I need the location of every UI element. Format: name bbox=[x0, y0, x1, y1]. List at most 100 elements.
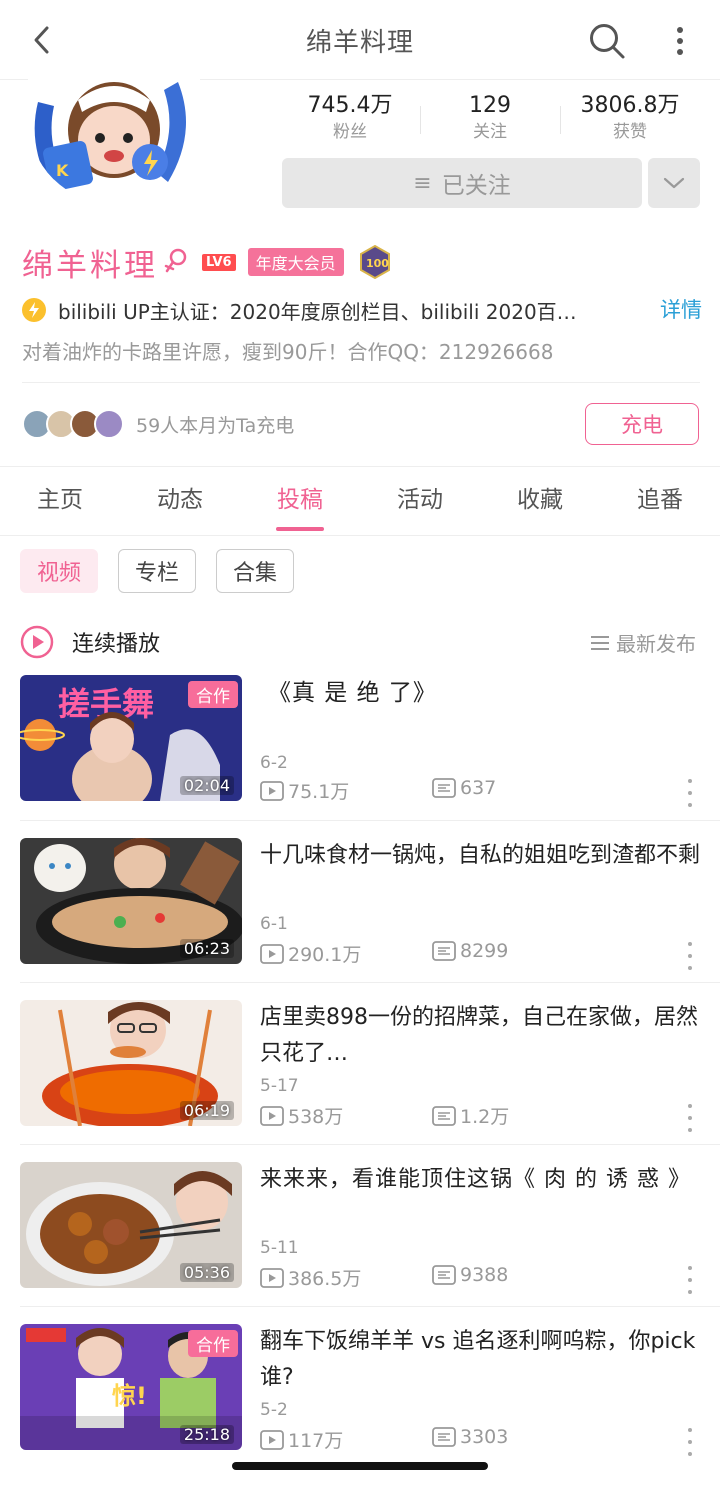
sort-button[interactable]: 最新发布 bbox=[590, 628, 696, 657]
divider bbox=[20, 1144, 720, 1145]
video-more-button[interactable] bbox=[682, 1428, 698, 1456]
danmaku-count: 637 bbox=[432, 777, 496, 799]
play-count-icon bbox=[260, 780, 284, 801]
verification-row: bilibili UP主认证：2020年度原创栏目、bilibili 2020百… bbox=[22, 292, 702, 328]
avatar[interactable]: K bbox=[28, 72, 200, 204]
charge-button[interactable]: 充电 bbox=[585, 403, 699, 445]
details-link[interactable]: 详情 bbox=[660, 294, 702, 324]
video-thumbnail[interactable]: 06:23 bbox=[20, 838, 242, 964]
video-more-button[interactable] bbox=[682, 1104, 698, 1132]
home-indicator[interactable] bbox=[232, 1462, 488, 1470]
video-date: 6-1 bbox=[260, 914, 288, 934]
video-item[interactable]: 05:36 来来来，看谁能顶住这锅《 肉 的 诱 惑 》 5-11 386.5万… bbox=[20, 1162, 700, 1294]
collab-tag: 合作 bbox=[188, 1330, 238, 1357]
danmaku-icon bbox=[432, 1427, 456, 1447]
stat-label: 关注 bbox=[473, 122, 507, 142]
stat-value: 129 bbox=[469, 93, 511, 118]
stat-label: 粉丝 bbox=[333, 122, 367, 142]
view-count: 117万 bbox=[260, 1426, 343, 1453]
verified-lightning-icon bbox=[22, 298, 46, 322]
video-thumbnail[interactable]: 搓手舞 合作 02:04 bbox=[20, 675, 242, 801]
stat-fans[interactable]: 745.4万 粉丝 bbox=[280, 92, 420, 148]
play-all-row: 连续播放 最新发布 bbox=[20, 620, 700, 664]
svg-text:100: 100 bbox=[366, 257, 389, 270]
view-count-text: 75.1万 bbox=[288, 781, 350, 803]
tab-home[interactable]: 主页 bbox=[0, 470, 120, 535]
more-vertical-icon bbox=[677, 27, 683, 55]
play-count-icon bbox=[260, 943, 284, 964]
danmaku-count: 1.2万 bbox=[432, 1102, 509, 1129]
danmaku-icon bbox=[432, 1105, 456, 1126]
avatar-illustration-icon: K bbox=[28, 72, 200, 204]
subtab-video[interactable]: 视频 bbox=[20, 549, 99, 593]
divider bbox=[22, 382, 700, 383]
video-date: 5-17 bbox=[260, 1076, 299, 1096]
play-count-icon bbox=[260, 1105, 284, 1126]
video-title[interactable]: 十几味食材一锅炖，自私的姐姐吃到渣都不剩 bbox=[260, 838, 700, 874]
video-item[interactable]: 搓手舞 合作 02:04 《真 是 绝 了》 6-2 75.1万 637 bbox=[20, 675, 700, 807]
play-count-icon bbox=[260, 1429, 284, 1450]
more-options-button[interactable] bbox=[662, 20, 698, 62]
play-all-label[interactable]: 连续播放 bbox=[72, 626, 160, 658]
followed-button[interactable]: ≡ 已关注 bbox=[282, 158, 642, 208]
play-circle-icon[interactable] bbox=[20, 625, 54, 659]
video-item[interactable]: 06:23 十几味食材一锅炖，自私的姐姐吃到渣都不剩 6-1 290.1万 82… bbox=[20, 838, 700, 970]
search-icon bbox=[590, 24, 625, 59]
profile-stats: 745.4万 粉丝 129 关注 3806.8万 获赞 bbox=[280, 92, 700, 148]
stat-value: 745.4万 bbox=[307, 93, 393, 118]
video-title[interactable]: 《真 是 绝 了》 bbox=[268, 675, 708, 711]
upload-type-tabs: 视频 专栏 合集 bbox=[20, 549, 314, 593]
medal-icon[interactable]: 100 bbox=[358, 245, 392, 279]
video-date: 6-2 bbox=[260, 753, 288, 773]
danmaku-count-text: 8299 bbox=[460, 940, 509, 962]
video-more-button[interactable] bbox=[682, 942, 698, 970]
avatar bbox=[94, 409, 124, 439]
stat-likes[interactable]: 3806.8万 获赞 bbox=[560, 92, 700, 148]
collab-tag: 合作 bbox=[188, 681, 238, 708]
view-count-text: 538万 bbox=[288, 1106, 344, 1128]
danmaku-count: 3303 bbox=[432, 1426, 508, 1448]
video-duration: 25:18 bbox=[179, 1425, 234, 1444]
tab-uploads[interactable]: 投稿 bbox=[240, 470, 360, 535]
view-count: 290.1万 bbox=[260, 940, 361, 967]
video-thumbnail[interactable]: 06:19 bbox=[20, 1000, 242, 1126]
divider bbox=[20, 982, 720, 983]
subtab-collection[interactable]: 合集 bbox=[216, 549, 295, 593]
supporter-avatars bbox=[22, 409, 124, 439]
danmaku-count: 9388 bbox=[432, 1264, 508, 1286]
video-more-button[interactable] bbox=[682, 1266, 698, 1294]
video-title[interactable]: 翻车下饭绵羊羊 vs 追名逐利啊呜粽，你pick谁? bbox=[260, 1324, 700, 1396]
view-count-text: 117万 bbox=[288, 1430, 344, 1452]
user-bio: 对着油炸的卡路里许愿，瘦到90斤！合作QQ：212926668 bbox=[22, 340, 554, 364]
video-item[interactable]: 06:19 店里卖898一份的招牌菜，自己在家做，居然只花了… 5-17 538… bbox=[20, 1000, 700, 1132]
video-thumbnail[interactable]: 05:36 bbox=[20, 1162, 242, 1288]
view-count: 386.5万 bbox=[260, 1264, 361, 1291]
danmaku-count-text: 3303 bbox=[460, 1426, 509, 1448]
charge-row[interactable]: 59人本月为Ta充电 bbox=[22, 402, 294, 446]
video-stats: 386.5万 9388 bbox=[260, 1264, 700, 1290]
tab-bangumi[interactable]: 追番 bbox=[600, 470, 720, 535]
user-name: 绵羊料理 bbox=[22, 247, 158, 284]
view-count-text: 290.1万 bbox=[288, 944, 362, 966]
stat-label: 获赞 bbox=[613, 122, 647, 142]
profile-tabs: 主页 动态 投稿 活动 收藏 追番 bbox=[0, 470, 720, 536]
tab-dynamic[interactable]: 动态 bbox=[120, 470, 240, 535]
video-stats: 290.1万 8299 bbox=[260, 940, 700, 966]
view-count: 538万 bbox=[260, 1102, 343, 1129]
danmaku-count-text: 637 bbox=[460, 777, 497, 799]
vip-badge[interactable]: 年度大会员 bbox=[247, 248, 344, 276]
charge-count-text: 59人本月为Ta充电 bbox=[136, 414, 295, 437]
video-thumbnail[interactable]: 惊! 合作 25:18 bbox=[20, 1324, 242, 1450]
svg-text:K: K bbox=[56, 161, 69, 180]
tab-favorites[interactable]: 收藏 bbox=[480, 470, 600, 535]
video-item[interactable]: 惊! 合作 25:18 翻车下饭绵羊羊 vs 追名逐利啊呜粽，你pick谁? 5… bbox=[20, 1324, 700, 1456]
video-more-button[interactable] bbox=[682, 779, 698, 807]
female-icon bbox=[164, 248, 187, 273]
tab-activity[interactable]: 活动 bbox=[360, 470, 480, 535]
follow-dropdown-button[interactable] bbox=[648, 158, 700, 208]
video-title[interactable]: 店里卖898一份的招牌菜，自己在家做，居然只花了… bbox=[260, 1000, 700, 1072]
search-button[interactable] bbox=[586, 20, 628, 62]
stat-following[interactable]: 129 关注 bbox=[420, 92, 560, 148]
video-title[interactable]: 来来来，看谁能顶住这锅《 肉 的 诱 惑 》 bbox=[260, 1162, 700, 1198]
subtab-article[interactable]: 专栏 bbox=[118, 549, 197, 593]
